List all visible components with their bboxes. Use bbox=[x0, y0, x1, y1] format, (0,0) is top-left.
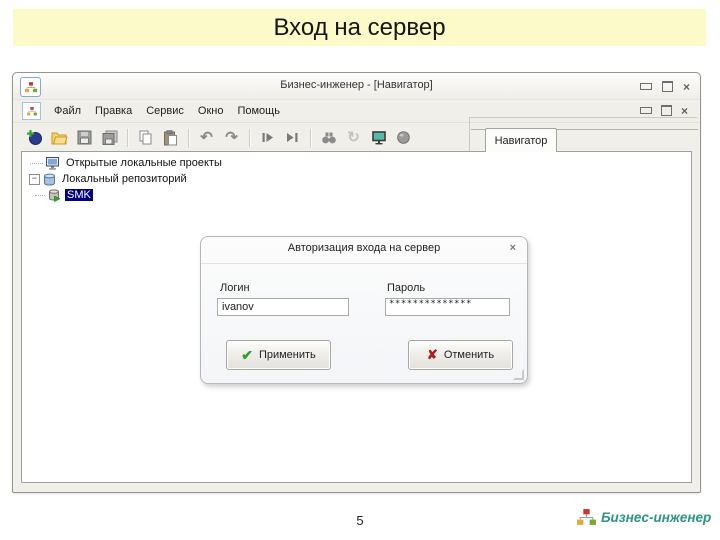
check-icon: ✔ bbox=[241, 346, 253, 363]
login-label: Логин bbox=[220, 282, 250, 294]
tree-item-open-projects[interactable]: Открытые локальные проекты bbox=[27, 155, 691, 171]
save-icon[interactable] bbox=[73, 127, 96, 149]
sphere-icon[interactable] bbox=[392, 127, 415, 149]
brand-logo: Бизнес-инженер bbox=[577, 509, 711, 526]
minimize-icon[interactable] bbox=[639, 83, 652, 90]
tree-item-label: Открытые локальные проекты bbox=[66, 157, 222, 169]
login-input[interactable] bbox=[217, 298, 349, 316]
import-icon[interactable] bbox=[256, 127, 279, 149]
toolbar-separator bbox=[310, 128, 312, 147]
dock-border-vertical bbox=[469, 117, 470, 151]
resize-grip[interactable] bbox=[513, 369, 524, 380]
auth-dialog: Авторизация входа на сервер × Логин Паро… bbox=[200, 236, 528, 384]
copy-icon[interactable] bbox=[134, 127, 157, 149]
database-icon bbox=[43, 173, 56, 186]
toolbar-separator bbox=[188, 128, 190, 147]
tree-item-local-repository[interactable]: − Локальный репозиторий bbox=[27, 171, 691, 187]
toolbar: ↶ ↷ ↻ bbox=[13, 123, 700, 152]
tab-navigator-label: Навигатор bbox=[494, 134, 548, 147]
menu-bar: Файл Правка Сервис Окно Помощь × bbox=[13, 100, 700, 123]
mdi-restore-icon[interactable] bbox=[660, 105, 672, 116]
dialog-titlebar: Авторизация входа на сервер × bbox=[201, 237, 527, 264]
window-controls: × bbox=[639, 81, 690, 93]
tab-navigator[interactable]: Навигатор bbox=[485, 128, 557, 152]
menu-items: Файл Правка Сервис Окно Помощь bbox=[47, 102, 287, 120]
document-app-icon[interactable] bbox=[22, 102, 41, 120]
slide-title-banner: Вход на сервер bbox=[13, 9, 706, 46]
tree-item-label-selected: SMK bbox=[65, 189, 93, 201]
redo-icon[interactable]: ↷ bbox=[220, 127, 243, 149]
collapse-expander-icon[interactable]: − bbox=[29, 173, 40, 185]
menu-file[interactable]: Файл bbox=[47, 102, 88, 120]
menu-service[interactable]: Сервис bbox=[139, 102, 191, 120]
restore-icon[interactable] bbox=[661, 81, 673, 92]
tree-item-label: Локальный репозиторий bbox=[62, 173, 187, 185]
mdi-window-controls: × bbox=[639, 105, 688, 117]
mdi-minimize-icon[interactable] bbox=[639, 107, 652, 114]
paste-icon[interactable] bbox=[159, 127, 182, 149]
export-icon[interactable] bbox=[281, 127, 304, 149]
undo-icon[interactable]: ↶ bbox=[195, 127, 218, 149]
menu-edit[interactable]: Правка bbox=[88, 102, 139, 120]
dock-border bbox=[469, 117, 697, 118]
refresh-icon[interactable]: ↻ bbox=[342, 127, 365, 149]
x-icon: ✘ bbox=[426, 347, 438, 362]
apply-button[interactable]: ✔ Применить bbox=[226, 340, 331, 370]
menu-window[interactable]: Окно bbox=[191, 102, 231, 120]
save-all-icon[interactable] bbox=[98, 127, 121, 149]
brand-logo-text: Бизнес-инженер bbox=[601, 510, 712, 525]
cancel-button[interactable]: ✘ Отменить bbox=[408, 340, 513, 370]
window-title: Бизнес-инженер - [Навигатор] bbox=[280, 79, 433, 91]
toolbar-separator bbox=[249, 128, 251, 147]
find-icon[interactable] bbox=[317, 127, 340, 149]
password-label: Пароль bbox=[387, 282, 426, 294]
password-input[interactable] bbox=[385, 298, 510, 316]
open-folder-icon[interactable] bbox=[48, 127, 71, 149]
menu-help[interactable]: Помощь bbox=[230, 102, 287, 120]
dialog-title: Авторизация входа на сервер bbox=[287, 242, 441, 254]
computer-icon bbox=[46, 156, 60, 170]
cancel-button-label: Отменить bbox=[443, 349, 495, 361]
project-tree: Открытые локальные проекты − Локальный р… bbox=[22, 152, 691, 203]
window-titlebar: Бизнес-инженер - [Навигатор] × bbox=[13, 73, 700, 100]
database-run-icon bbox=[48, 188, 61, 202]
monitor-icon[interactable] bbox=[367, 127, 390, 149]
tree-item-smk[interactable]: SMK bbox=[27, 187, 691, 203]
orgchart-icon bbox=[26, 106, 37, 115]
apply-button-label: Применить bbox=[258, 349, 316, 361]
close-icon[interactable]: × bbox=[683, 81, 690, 93]
orgchart-logo-icon bbox=[577, 509, 596, 525]
toolbar-separator bbox=[127, 128, 129, 147]
mdi-close-icon[interactable]: × bbox=[681, 105, 688, 117]
dialog-close-icon[interactable]: × bbox=[510, 242, 516, 254]
slide-title: Вход на сервер bbox=[273, 13, 446, 41]
new-project-icon[interactable] bbox=[23, 127, 46, 149]
